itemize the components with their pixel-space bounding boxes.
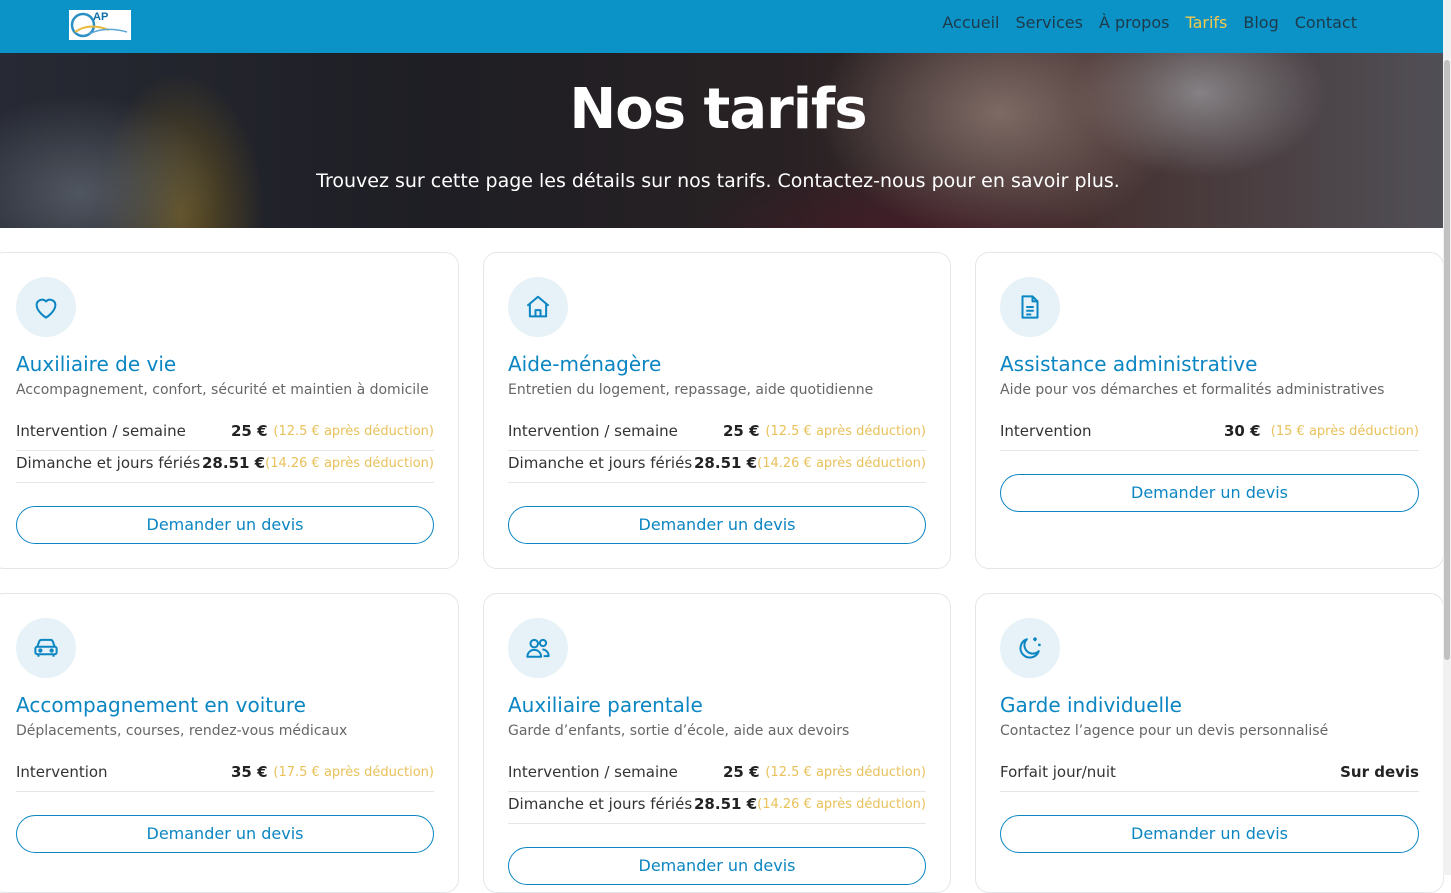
price-label: Intervention bbox=[1000, 422, 1092, 440]
site-logo[interactable]: AP bbox=[69, 10, 131, 40]
price-value: 30 € bbox=[1224, 422, 1261, 440]
price-label: Intervention / semaine bbox=[16, 422, 186, 440]
house-icon bbox=[526, 295, 550, 318]
price-label: Dimanche et jours fériés bbox=[508, 795, 693, 813]
price-value: 35 € bbox=[231, 763, 268, 781]
price-note: (12.5 € après déduction) bbox=[765, 765, 926, 780]
moon-stars-icon bbox=[1019, 637, 1041, 659]
price-note: (14.26 € après déduction) bbox=[265, 456, 434, 471]
pricing-card-auxiliaire-de-vie: Auxiliaire de vie Accompagnement, confor… bbox=[0, 252, 459, 569]
scrollbar-thumb[interactable] bbox=[1444, 60, 1450, 660]
logo-text: AP bbox=[93, 11, 109, 23]
price-row: Dimanche et jours fériés 28.51 € (14.26 … bbox=[16, 450, 434, 483]
price-value: 28.51 € bbox=[202, 454, 266, 472]
navbar: AP Accueil Services À propos Tarifs Blog… bbox=[0, 0, 1451, 53]
price-label: Intervention / semaine bbox=[508, 763, 678, 781]
price-row: Intervention / semaine 25 € (12.5 € aprè… bbox=[508, 418, 926, 451]
card-icon-wrap bbox=[16, 277, 76, 337]
hero-banner: Nos tarifs Trouvez sur cette page les dé… bbox=[0, 53, 1443, 228]
card-description: Aide pour vos démarches et formalités ad… bbox=[1000, 382, 1385, 398]
pricing-card-assistance-administrative: Assistance administrative Aide pour vos … bbox=[975, 252, 1444, 569]
price-note: (14.26 € après déduction) bbox=[757, 456, 926, 471]
quote-button[interactable]: Demander un devis bbox=[508, 506, 926, 544]
price-label: Intervention bbox=[16, 763, 108, 781]
car-icon bbox=[34, 638, 58, 657]
nav-accueil[interactable]: Accueil bbox=[942, 13, 999, 32]
price-value: 25 € bbox=[723, 422, 760, 440]
page-title: Nos tarifs bbox=[569, 77, 867, 142]
price-value: 28.51 € bbox=[694, 795, 758, 813]
hero-subtitle: Trouvez sur cette page les détails sur n… bbox=[316, 170, 1120, 192]
card-icon-wrap bbox=[508, 277, 568, 337]
card-description: Déplacements, courses, rendez-vous médic… bbox=[16, 723, 348, 739]
pricing-card-garde-individuelle: Garde individuelle Contactez l’agence po… bbox=[975, 593, 1444, 893]
nav-links: Accueil Services À propos Tarifs Blog Co… bbox=[942, 13, 1357, 32]
quote-button[interactable]: Demander un devis bbox=[16, 815, 434, 853]
card-title: Aide-ménagère bbox=[508, 352, 662, 376]
card-icon-wrap bbox=[16, 618, 76, 678]
heart-icon bbox=[35, 298, 57, 319]
quote-button[interactable]: Demander un devis bbox=[1000, 474, 1419, 512]
price-value: Sur devis bbox=[1340, 763, 1419, 781]
price-row: Intervention / semaine 25 € (12.5 € aprè… bbox=[508, 759, 926, 792]
nav-a-propos[interactable]: À propos bbox=[1099, 13, 1169, 32]
price-row: Forfait jour/nuit Sur devis bbox=[1000, 759, 1419, 792]
price-note: (12.5 € après déduction) bbox=[765, 424, 926, 439]
price-label: Forfait jour/nuit bbox=[1000, 763, 1116, 781]
price-label: Intervention / semaine bbox=[508, 422, 678, 440]
document-icon bbox=[1021, 295, 1039, 319]
card-icon-wrap bbox=[1000, 277, 1060, 337]
card-title: Auxiliaire parentale bbox=[508, 693, 703, 717]
card-title: Auxiliaire de vie bbox=[16, 352, 177, 376]
card-description: Contactez l’agence pour un devis personn… bbox=[1000, 723, 1329, 739]
price-value: 25 € bbox=[231, 422, 268, 440]
scrollbar[interactable] bbox=[1443, 0, 1451, 875]
price-row: Intervention 35 € (17.5 € après déductio… bbox=[16, 759, 434, 792]
price-label: Dimanche et jours fériés bbox=[508, 454, 693, 472]
card-title: Assistance administrative bbox=[1000, 352, 1258, 376]
card-description: Entretien du logement, repassage, aide q… bbox=[508, 382, 874, 398]
price-value: 28.51 € bbox=[694, 454, 758, 472]
price-row: Intervention 30 € (15 € après déduction) bbox=[1000, 418, 1419, 451]
pricing-card-aide-menagere: Aide-ménagère Entretien du logement, rep… bbox=[483, 252, 951, 569]
card-title: Accompagnement en voiture bbox=[16, 693, 306, 717]
price-note: (15 € après déduction) bbox=[1270, 424, 1419, 439]
quote-button[interactable]: Demander un devis bbox=[508, 847, 926, 885]
price-value: 25 € bbox=[723, 763, 760, 781]
quote-button[interactable]: Demander un devis bbox=[1000, 815, 1419, 853]
nav-tarifs[interactable]: Tarifs bbox=[1185, 13, 1227, 32]
price-row: Dimanche et jours fériés 28.51 € (14.26 … bbox=[508, 450, 926, 483]
price-row: Dimanche et jours fériés 28.51 € (14.26 … bbox=[508, 791, 926, 824]
price-note: (12.5 € après déduction) bbox=[273, 424, 434, 439]
price-label: Dimanche et jours fériés bbox=[16, 454, 201, 472]
nav-services[interactable]: Services bbox=[1016, 13, 1083, 32]
nav-contact[interactable]: Contact bbox=[1295, 13, 1357, 32]
users-icon bbox=[526, 638, 550, 658]
pricing-card-accompagnement-en-voiture: Accompagnement en voiture Déplacements, … bbox=[0, 593, 459, 893]
price-note: (17.5 € après déduction) bbox=[273, 765, 434, 780]
card-icon-wrap bbox=[508, 618, 568, 678]
card-description: Garde d’enfants, sortie d’école, aide au… bbox=[508, 723, 850, 739]
card-title: Garde individuelle bbox=[1000, 693, 1182, 717]
price-row: Intervention / semaine 25 € (12.5 € aprè… bbox=[16, 418, 434, 451]
quote-button[interactable]: Demander un devis bbox=[16, 506, 434, 544]
card-icon-wrap bbox=[1000, 618, 1060, 678]
nav-blog[interactable]: Blog bbox=[1243, 13, 1278, 32]
pricing-card-auxiliaire-parentale: Auxiliaire parentale Garde d’enfants, so… bbox=[483, 593, 951, 893]
price-note: (14.26 € après déduction) bbox=[757, 797, 926, 812]
card-description: Accompagnement, confort, sécurité et mai… bbox=[16, 382, 429, 398]
